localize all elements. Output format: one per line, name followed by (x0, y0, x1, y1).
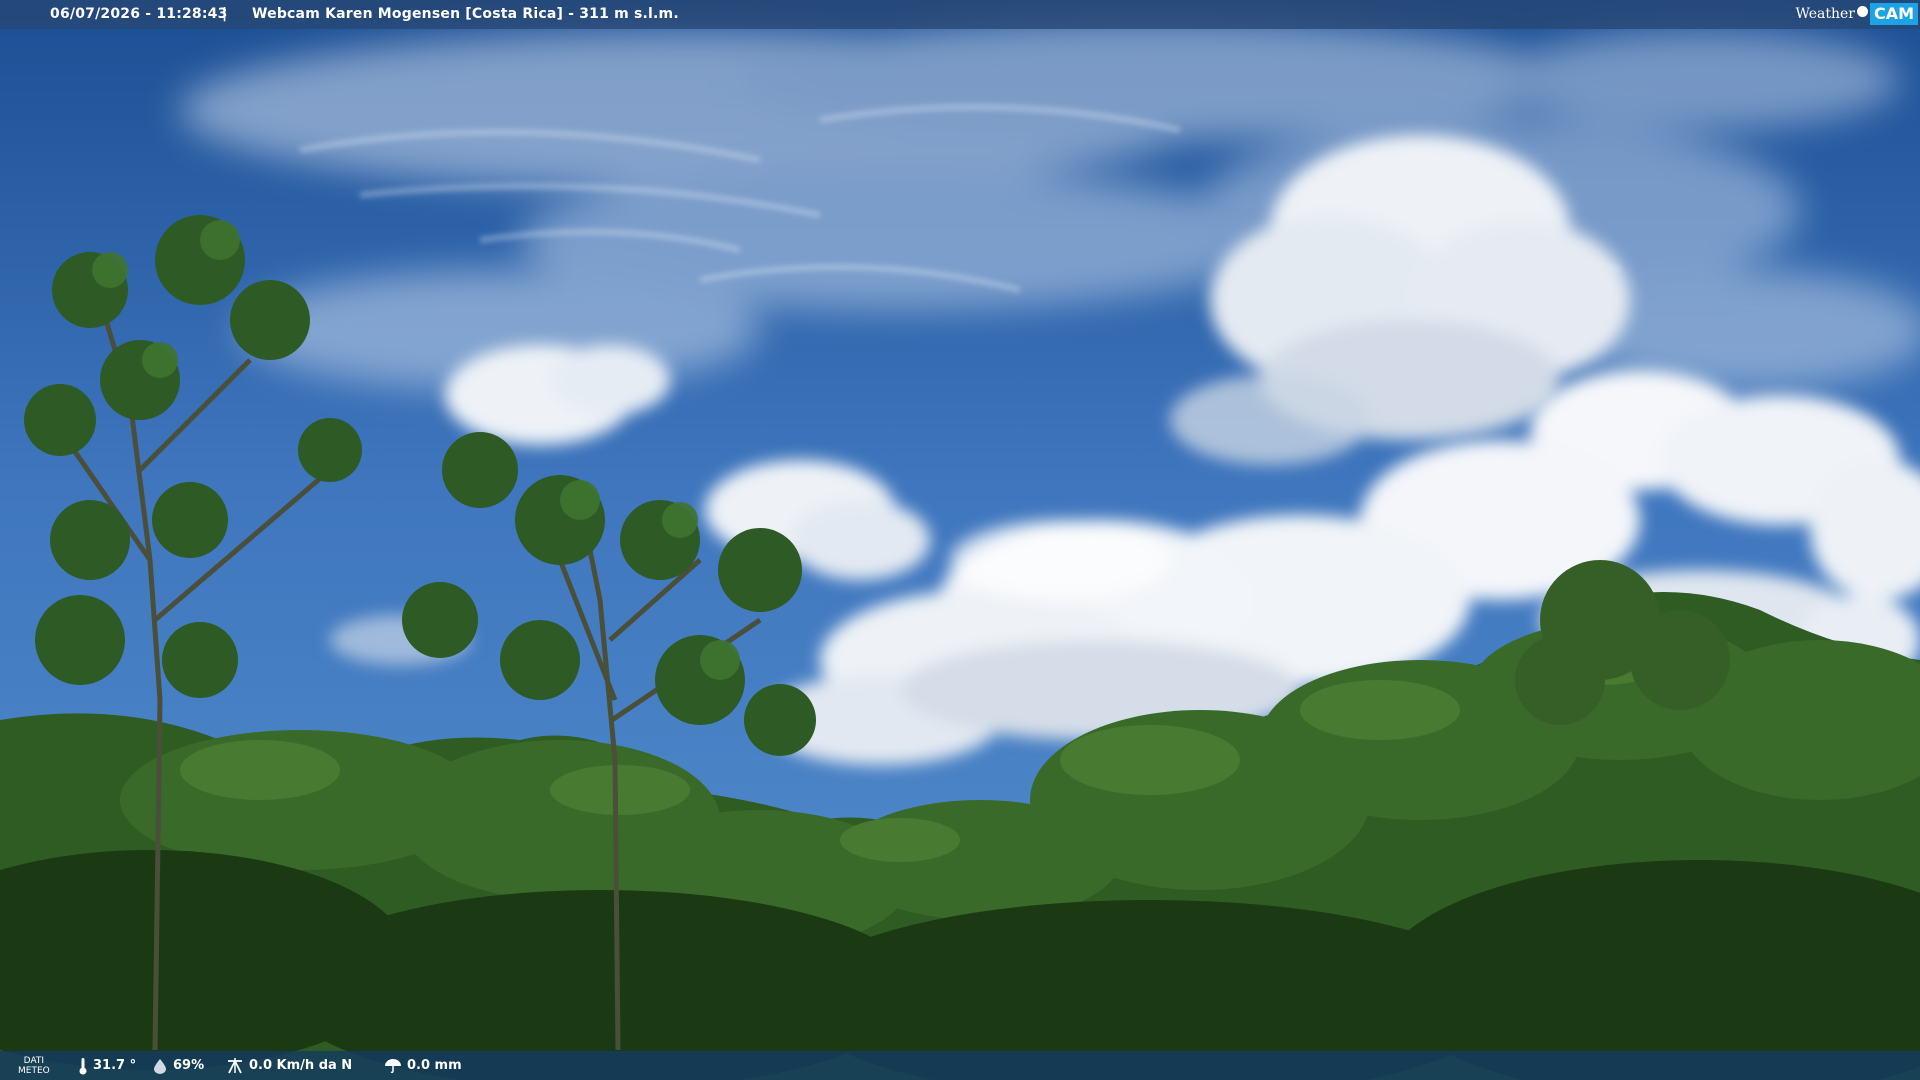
wind-reading: 0.0 Km/h da N (226, 1051, 352, 1080)
logo-dot-icon (1856, 5, 1868, 17)
weathercam-logo[interactable]: Weather CAM (1795, 3, 1918, 25)
humidity-drop-icon (154, 1058, 166, 1074)
separator: | (222, 6, 228, 22)
timestamp: 06/07/2026 - 11:28:43 (50, 6, 228, 22)
rain-reading: 0.0 mm (384, 1051, 462, 1080)
umbrella-icon (385, 1058, 401, 1073)
temperature-value: 31.7 ° (93, 1058, 137, 1073)
meteo-label: DATI METEO (18, 1051, 50, 1080)
temperature-reading: 31.7 ° (78, 1051, 136, 1080)
humidity-value: 69% (173, 1058, 205, 1073)
thermometer-icon (79, 1057, 87, 1074)
wind-value: 0.0 Km/h da N (249, 1058, 353, 1073)
humidity-reading: 69% (152, 1051, 204, 1080)
wind-vane-icon (228, 1057, 242, 1073)
webcam-title: Webcam Karen Mogensen [Costa Rica] - 311… (252, 6, 679, 22)
meteo-label-line2: METEO (18, 1065, 50, 1076)
logo-weather-text: Weather (1795, 6, 1855, 22)
top-info-bar: 06/07/2026 - 11:28:43 | Webcam Karen Mog… (0, 0, 1920, 29)
rain-value: 0.0 mm (407, 1058, 462, 1073)
meteo-data-bar: DATI METEO 31.7 ° 69% 0.0 Km/h da N 0.0 … (0, 1051, 1920, 1080)
webcam-image (0, 0, 1920, 1080)
meteo-label-line1: DATI (23, 1055, 45, 1066)
logo-cam-text: CAM (1869, 3, 1918, 25)
